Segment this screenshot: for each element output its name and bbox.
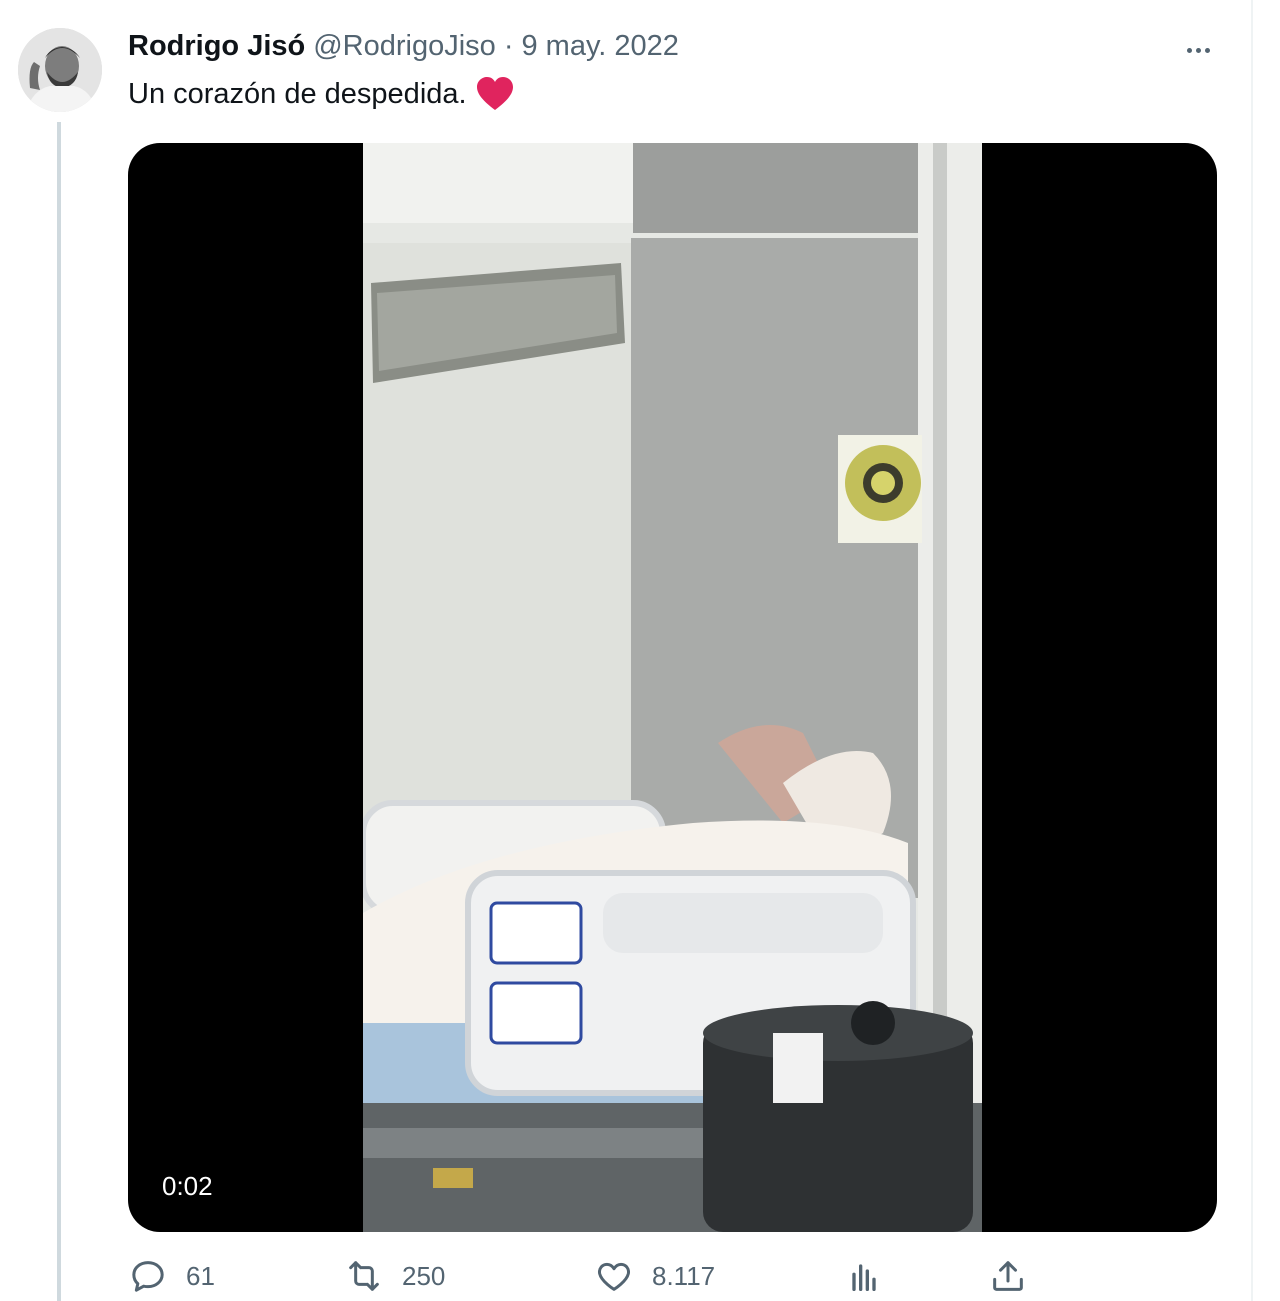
retweet-button[interactable]: 250 bbox=[344, 1252, 445, 1300]
more-dot bbox=[1186, 47, 1192, 53]
share-button[interactable] bbox=[988, 1252, 1028, 1300]
like-icon bbox=[598, 1262, 630, 1291]
author-handle[interactable]: @RodrigoJiso bbox=[313, 30, 496, 63]
more-dot bbox=[1195, 47, 1201, 53]
more-options-button[interactable] bbox=[1176, 30, 1220, 70]
tweet-actions: 61 250 8.117 bbox=[128, 1252, 1228, 1300]
views-button[interactable] bbox=[844, 1252, 884, 1300]
reply-button[interactable]: 61 bbox=[128, 1252, 215, 1300]
tweet-text: Un corazón de despedida. bbox=[128, 76, 515, 112]
video-frame bbox=[363, 143, 982, 1232]
tweet-header: Rodrigo Jisó @RodrigoJiso · 9 may. 2022 bbox=[128, 30, 679, 70]
avatar[interactable] bbox=[18, 28, 102, 112]
thread-line bbox=[57, 122, 61, 1301]
reply-count: 61 bbox=[186, 1260, 215, 1291]
heart-emoji-icon bbox=[475, 76, 515, 112]
tweet-text-content: Un corazón de despedida. bbox=[128, 77, 467, 110]
retweet-count: 250 bbox=[402, 1260, 446, 1291]
column-divider bbox=[1251, 0, 1253, 1301]
like-button[interactable]: 8.117 bbox=[594, 1252, 715, 1300]
video-timestamp: 0:02 bbox=[162, 1171, 213, 1201]
bar-chart-icon bbox=[852, 1264, 876, 1291]
separator-dot: · bbox=[503, 30, 514, 62]
reply-icon bbox=[132, 1261, 164, 1292]
video-player[interactable]: 0:02 bbox=[128, 143, 1217, 1232]
author-name[interactable]: Rodrigo Jisó bbox=[128, 30, 305, 63]
share-icon bbox=[993, 1261, 1023, 1291]
retweet-icon bbox=[349, 1261, 379, 1291]
tweet-date[interactable]: 9 may. 2022 bbox=[521, 30, 678, 63]
more-dot bbox=[1204, 47, 1210, 53]
like-count: 8.117 bbox=[652, 1260, 716, 1291]
